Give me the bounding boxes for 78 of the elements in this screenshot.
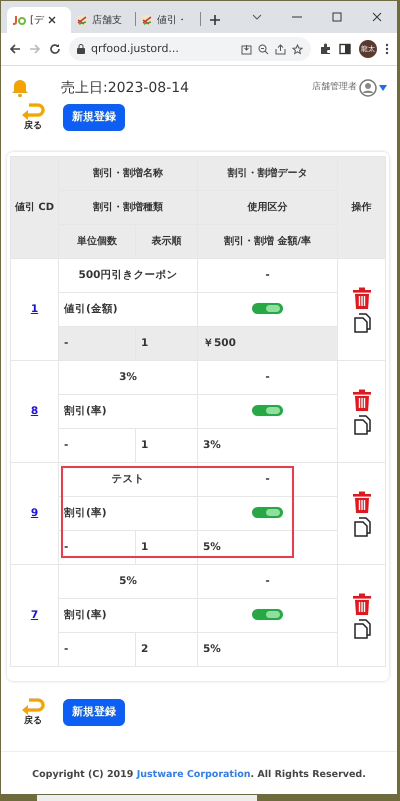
new-register-button[interactable]: 新規登録 [63,699,125,726]
column-header: 割引・割増 金額/率 [198,224,338,258]
code-link[interactable]: 9 [30,506,38,519]
zoom-icon[interactable] [258,44,269,54]
copy-icon[interactable] [352,312,370,332]
browser-tab[interactable]: 値引・ [136,7,200,33]
lock-icon [77,44,85,54]
code-link[interactable]: 1 [30,302,38,315]
sales-date: 売上日:2023-08-14 [61,78,190,98]
table-cell: 割引(率) [58,394,198,428]
table-cell: - [58,632,136,666]
column-header: 割引・割増名称 [58,156,198,190]
tab-search-icon[interactable] [252,12,262,22]
back-button[interactable]: 戻る [21,697,45,728]
table-cell: - [58,530,136,564]
return-arrow-icon [21,102,45,120]
trash-icon[interactable] [352,388,372,410]
table-cell: - [198,564,338,598]
toggle-switch[interactable] [252,507,283,518]
table-cell: 1 [136,428,198,462]
trash-icon[interactable] [352,286,372,308]
column-header: 操作 [338,156,386,258]
table-cell: 1 [136,530,198,564]
copyright-text: Copyright (C) 2019 Justware Corporation. All Rights Reserved. [32,769,366,780]
back-button[interactable]: 戻る [21,102,45,134]
column-header: 表示順 [136,224,198,258]
puzzle-icon[interactable] [319,43,331,55]
column-header: 割引・割増データ [198,156,338,190]
copy-icon[interactable] [352,516,370,536]
user-avatar-icon[interactable] [359,79,377,97]
table-cell: 3% [58,360,198,394]
share-icon[interactable] [275,44,286,54]
table-cell: 2 [136,632,198,666]
table-cell: 1 [136,326,198,360]
column-header: 使用区分 [198,190,338,224]
back-arrow-icon[interactable] [9,43,21,55]
table-cell: - [58,326,136,360]
close-icon[interactable] [48,16,56,24]
table-cell: - [198,462,338,496]
company-link[interactable]: Justware Corporation [136,769,251,780]
table-cell: 割引(率) [58,598,198,632]
browser-tab[interactable]: [デ [7,7,71,33]
app-icon [76,14,88,26]
caret-icon[interactable] [379,85,387,91]
trash-icon[interactable] [352,490,372,512]
star-icon[interactable] [292,44,303,54]
code-link[interactable]: 8 [30,404,38,417]
copy-icon[interactable] [352,618,370,638]
column-header: 単位個数 [58,224,136,258]
address-bar[interactable]: qrfood.justord... [69,37,311,61]
table-cell: 500円引きクーポン [58,258,198,292]
install-icon[interactable] [241,44,252,54]
table-cell: - [198,360,338,394]
close-icon[interactable] [372,12,382,22]
table-cell: ￥500 [198,326,338,360]
new-register-button[interactable]: 新規登録 [63,104,125,130]
code-link[interactable]: 7 [30,608,38,621]
copy-icon[interactable] [352,414,370,434]
side-panel-icon[interactable] [339,43,351,55]
table-cell: 割引(率) [58,496,198,530]
toggle-switch[interactable] [252,405,283,416]
more-menu-icon[interactable] [385,43,389,55]
maximize-icon[interactable] [332,12,342,22]
column-header: 値引 CD [10,156,58,258]
table-cell: - [198,258,338,292]
user-name: 店舗管理者 [312,81,357,94]
new-tab-icon[interactable] [209,14,221,26]
reload-icon[interactable] [49,43,61,55]
return-arrow-icon [21,697,45,715]
logo-icon [12,15,26,25]
table-cell: 5% [58,564,198,598]
trash-icon[interactable] [352,592,372,614]
browser-tab[interactable]: 店舗支 [71,7,135,33]
table-cell: - [58,428,136,462]
column-header: 割引・割増種類 [58,190,198,224]
app-icon [141,14,153,26]
toggle-switch[interactable] [252,303,283,314]
toggle-switch[interactable] [252,609,283,620]
